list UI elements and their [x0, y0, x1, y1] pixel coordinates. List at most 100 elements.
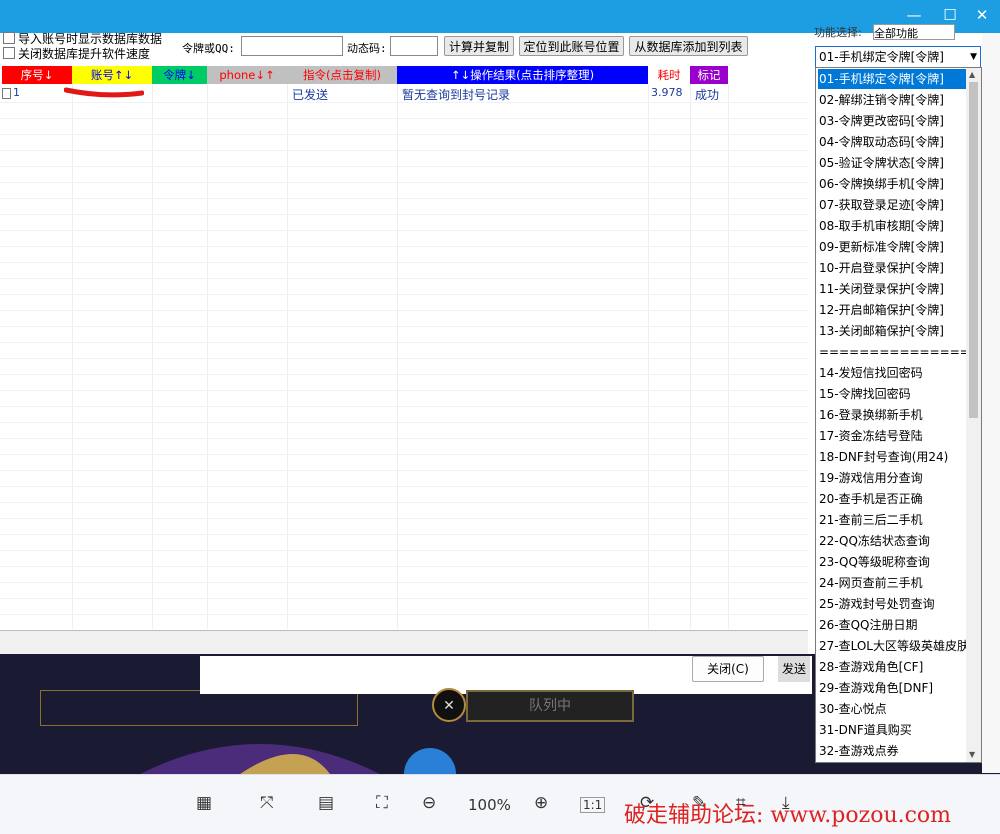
- header-mark[interactable]: 标记: [690, 66, 728, 84]
- function-option[interactable]: 19-游戏信用分查询: [818, 468, 967, 488]
- cancel-queue-icon[interactable]: ✕: [432, 688, 466, 722]
- function-category-select[interactable]: 全部功能: [873, 24, 955, 40]
- function-option[interactable]: 15-令牌找回密码: [818, 384, 967, 404]
- scrollbar-thumb[interactable]: [969, 82, 978, 418]
- function-option[interactable]: 06-令牌换绑手机[令牌]: [818, 174, 967, 194]
- dialog-send-button[interactable]: 发送: [778, 656, 810, 682]
- queue-status-button[interactable]: 队列中: [466, 690, 634, 722]
- function-option[interactable]: 18-DNF封号查询(用24): [818, 447, 967, 467]
- grid-row-line: [0, 422, 808, 423]
- function-option[interactable]: 28-查游戏角色[CF]: [818, 657, 967, 677]
- header-result[interactable]: ↑↓操作结果(点击排序整理): [397, 66, 648, 84]
- forum-watermark: 破走辅助论坛: www.pozou.com: [624, 803, 952, 828]
- function-option[interactable]: 22-QQ冻结状态查询: [818, 531, 967, 551]
- function-option[interactable]: 31-DNF道具购买: [818, 720, 967, 740]
- close-db-checkbox[interactable]: [3, 47, 15, 59]
- function-option[interactable]: 26-查QQ注册日期: [818, 615, 967, 635]
- function-option[interactable]: 04-令牌取动态码[令牌]: [818, 132, 967, 152]
- function-option[interactable]: 08-取手机审核期[令牌]: [818, 216, 967, 236]
- scroll-up-icon[interactable]: ▲: [969, 70, 975, 79]
- grid-row-line: [0, 326, 808, 327]
- function-option[interactable]: 11-关闭登录保护[令牌]: [818, 279, 967, 299]
- grid-row-line: [0, 566, 808, 567]
- grid-icon[interactable]: ▦: [196, 793, 212, 813]
- header-account[interactable]: 账号↑↓: [72, 66, 152, 84]
- zoom-out-icon[interactable]: ⊖: [422, 793, 436, 813]
- function-option[interactable]: 25-游戏封号处罚查询: [818, 594, 967, 614]
- function-option[interactable]: 17-资金冻结号登陆: [818, 426, 967, 446]
- close-db-option[interactable]: 关闭数据库提升软件速度: [3, 46, 151, 61]
- zoom-level: 100%: [468, 796, 511, 814]
- grid-row-line: [0, 294, 808, 295]
- function-dropdown-list: 01-手机绑定令牌[令牌] 02-解绑注销令牌[令牌] 03-令牌更改密码[令牌] 0…: [815, 67, 982, 763]
- close-button[interactable]: ✕: [972, 6, 992, 24]
- function-option[interactable]: 10-开启登录保护[令牌]: [818, 258, 967, 278]
- grid-row-line: [0, 214, 808, 215]
- function-option[interactable]: 16-登录换绑新手机: [818, 405, 967, 425]
- header-index[interactable]: 序号↓: [2, 66, 72, 84]
- fullscreen-icon[interactable]: ⛶: [376, 793, 388, 813]
- scroll-down-icon[interactable]: ▼: [969, 750, 975, 759]
- dialog-close-button[interactable]: 关闭(C): [692, 656, 764, 682]
- grid-row-line: [0, 198, 808, 199]
- grid-row-line: [0, 118, 808, 119]
- row-mark: 成功: [695, 88, 720, 102]
- function-option[interactable]: 24-网页查前三手机: [818, 573, 967, 593]
- function-option[interactable]: 03-令牌更改密码[令牌]: [818, 111, 967, 131]
- row-command[interactable]: 已发送: [292, 86, 328, 103]
- import-show-db-checkbox[interactable]: [3, 32, 15, 44]
- token-label: 令牌或QQ:: [182, 42, 235, 55]
- grid-row-line: [0, 502, 808, 503]
- function-option[interactable]: 09-更新标准令牌[令牌]: [818, 237, 967, 257]
- close-db-label: 关闭数据库提升软件速度: [18, 46, 151, 61]
- row-checkbox[interactable]: [2, 88, 11, 99]
- grid-row-line: [0, 486, 808, 487]
- header-command[interactable]: 指令(点击复制): [287, 66, 397, 84]
- locate-account-button[interactable]: 定位到此账号位置: [519, 36, 624, 56]
- function-option[interactable]: 29-查游戏角色[DNF]: [818, 678, 967, 698]
- dropdown-scrollbar[interactable]: ▲ ▼: [966, 68, 981, 762]
- header-token[interactable]: 令牌↓: [152, 66, 207, 84]
- main-panel: 导入账号时显示数据库数据 关闭数据库提升软件速度 令牌或QQ: 动态码: 计算并…: [0, 31, 809, 630]
- actual-size-icon[interactable]: 1:1: [580, 797, 606, 813]
- function-option[interactable]: 01-手机绑定令牌[令牌]: [818, 69, 967, 89]
- grid-row-line: [0, 358, 808, 359]
- grid-row-line: [0, 310, 808, 311]
- function-option[interactable]: 30-查心悦点: [818, 699, 967, 719]
- chevron-down-icon[interactable]: ▼: [970, 47, 977, 67]
- grid-row-line: [0, 166, 808, 167]
- grid-row-line: [0, 182, 808, 183]
- fit-icon[interactable]: ⤧: [260, 793, 274, 813]
- function-option[interactable]: 20-查手机是否正确: [818, 489, 967, 509]
- maximize-button[interactable]: ☐: [940, 6, 960, 24]
- dynamic-code-input[interactable]: [390, 36, 438, 56]
- ocr-icon[interactable]: ▤: [318, 793, 334, 813]
- function-option[interactable]: 13-关闭邮箱保护[令牌]: [818, 321, 967, 341]
- function-combobox[interactable]: 01-手机绑定令牌[令牌] ▼: [815, 46, 981, 68]
- minimize-button[interactable]: —: [904, 6, 924, 24]
- grid-row-line: [0, 614, 808, 615]
- function-combobox-value: 01-手机绑定令牌[令牌]: [819, 50, 944, 64]
- header-phone[interactable]: phone↓↑: [207, 66, 287, 84]
- function-option[interactable]: 27-查LOL大区等级英雄皮肤: [818, 636, 967, 656]
- function-option[interactable]: 32-查游戏点券: [818, 741, 967, 761]
- function-option[interactable]: 07-获取登录足迹[令牌]: [818, 195, 967, 215]
- function-option[interactable]: 12-开启邮箱保护[令牌]: [818, 300, 967, 320]
- header-time[interactable]: 耗时: [648, 66, 690, 84]
- token-input[interactable]: [241, 36, 343, 56]
- function-option[interactable]: 02-解绑注销令牌[令牌]: [818, 90, 967, 110]
- grid-row-line: [0, 374, 808, 375]
- grid-row-line: [0, 342, 808, 343]
- calc-copy-button[interactable]: 计算并复制: [444, 36, 514, 56]
- function-option[interactable]: 14-发短信找回密码: [818, 363, 967, 383]
- function-option[interactable]: 23-QQ等级昵称查询: [818, 552, 967, 572]
- function-option[interactable]: ===================: [818, 342, 967, 362]
- function-option[interactable]: 21-查前三后二手机: [818, 510, 967, 530]
- row-time: 3.978: [651, 86, 683, 99]
- zoom-in-icon[interactable]: ⊕: [534, 793, 548, 813]
- add-from-db-button[interactable]: 从数据库添加到列表: [629, 36, 748, 56]
- grid-row-line: [0, 454, 808, 455]
- function-option[interactable]: 05-验证令牌状态[令牌]: [818, 153, 967, 173]
- dynamic-code-label: 动态码:: [347, 42, 387, 55]
- import-show-db-option[interactable]: 导入账号时显示数据库数据: [3, 31, 162, 46]
